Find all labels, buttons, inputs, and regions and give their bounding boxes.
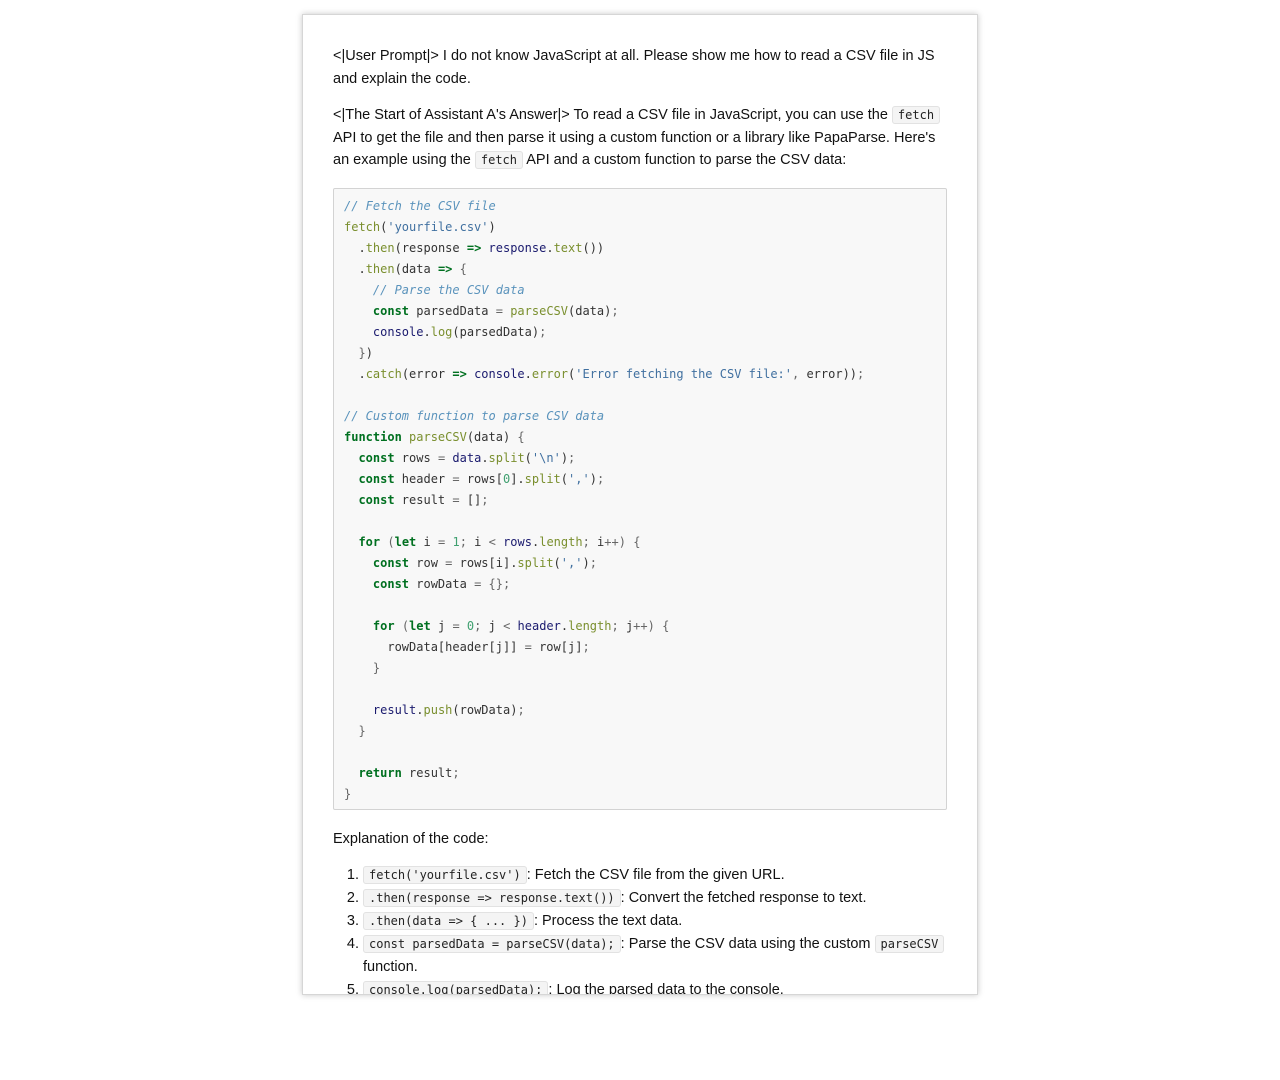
code-string: '\n' <box>531 450 561 465</box>
step-text: : Log the parsed data to the console. <box>548 981 784 995</box>
step-code: .then(data => { ... }) <box>363 911 534 930</box>
answer-tag: <|The Start of Assistant A's Answer|> <box>333 107 570 123</box>
step-code-parsecsv: parseCSV <box>874 934 945 953</box>
step-code: console.log(parsedData); <box>363 980 549 994</box>
explanation-list: fetch('yourfile.csv'): Fetch the CSV fil… <box>333 864 947 995</box>
step-code: fetch('yourfile.csv') <box>363 865 527 884</box>
user-prompt-tag: <|User Prompt|> <box>333 48 439 64</box>
code-comment: // Fetch the CSV file <box>344 198 496 213</box>
code-string: ',' <box>560 555 583 570</box>
list-item: console.log(parsedData);: Log the parsed… <box>363 979 947 995</box>
code-block[interactable]: // Fetch the CSV file fetch('yourfile.cs… <box>333 187 947 810</box>
step-text: : Fetch the CSV file from the given URL. <box>526 866 785 883</box>
answer-intro: <|The Start of Assistant A's Answer|> To… <box>333 104 947 172</box>
explanation-heading: Explanation of the code: <box>333 830 489 847</box>
inline-code-fetch-2: fetch <box>474 151 523 169</box>
list-item: .then(response => response.text()): Conv… <box>363 887 947 910</box>
list-item: .then(data => { ... }): Process the text… <box>363 910 947 933</box>
inline-code-fetch: fetch <box>891 106 941 124</box>
code-string: 'yourfile.csv' <box>387 219 489 234</box>
list-item: fetch('yourfile.csv'): Fetch the CSV fil… <box>363 864 947 887</box>
step-code: .then(response => response.text()) <box>363 888 621 907</box>
code-string: 'Error fetching the CSV file:' <box>575 366 792 381</box>
code-string: ',' <box>568 471 590 486</box>
user-prompt: <|User Prompt|> I do not know JavaScript… <box>333 45 947 90</box>
step-text: : Parse the CSV data using the custom <box>620 935 875 952</box>
document-card: <|User Prompt|> I do not know JavaScript… <box>302 14 978 995</box>
step-text: : Process the text data. <box>533 912 683 929</box>
document-body: <|User Prompt|> I do not know JavaScript… <box>333 45 947 995</box>
code-comment: // Custom function to parse CSV data <box>344 408 605 423</box>
answer-intro-text-3: API and a custom function to parse the C… <box>523 152 847 168</box>
code-comment: // Parse the CSV data <box>372 282 525 297</box>
step-text: : Convert the fetched response to text. <box>620 889 867 906</box>
answer-intro-text-1: To read a CSV file in JavaScript, you ca… <box>569 107 892 123</box>
step-code: const parsedData = parseCSV(data); <box>363 934 621 953</box>
step-text-2: function. <box>363 958 418 975</box>
list-item: const parsedData = parseCSV(data);: Pars… <box>363 933 947 979</box>
